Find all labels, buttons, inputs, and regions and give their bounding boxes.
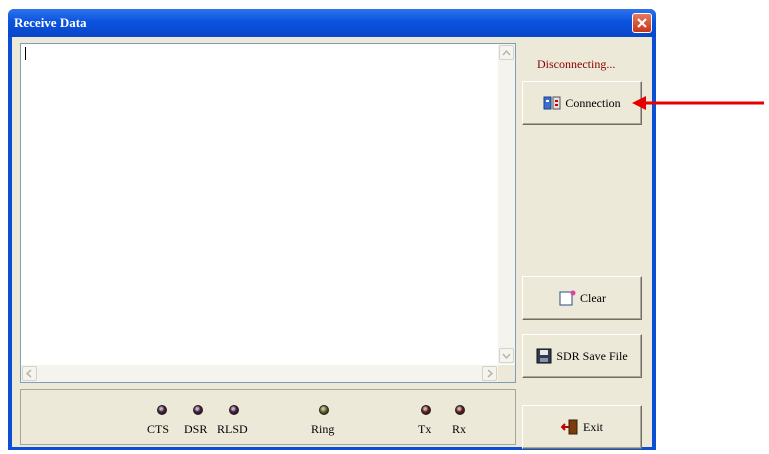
rlsd-label: RLSD	[217, 422, 248, 436]
close-icon	[637, 18, 647, 28]
ring-led	[319, 405, 329, 415]
cts-led	[157, 405, 167, 415]
connection-icon	[543, 96, 561, 110]
tx-label: Tx	[418, 422, 432, 436]
signal-indicator-panel: CTS DSR RLSD Ring Tx Rx	[20, 389, 516, 445]
floppy-disk-icon	[536, 348, 552, 364]
save-file-button[interactable]: SDR Save File	[522, 334, 642, 378]
connection-button-label: Connection	[565, 95, 621, 110]
rx-led	[455, 405, 465, 415]
cts-label: CTS	[147, 422, 170, 436]
vertical-scrollbar[interactable]	[498, 44, 515, 364]
exit-button[interactable]: Exit	[522, 405, 642, 449]
window-title: Receive Data	[14, 15, 87, 30]
exit-button-label: Exit	[583, 419, 603, 434]
clear-button[interactable]: Clear	[522, 276, 642, 320]
dsr-label: DSR	[184, 422, 208, 436]
dsr-led	[193, 405, 203, 415]
save-file-button-label: SDR Save File	[556, 348, 628, 363]
scroll-left-button[interactable]	[22, 366, 37, 381]
title-bar[interactable]: Receive Data	[8, 9, 656, 37]
chevron-right-icon	[487, 369, 494, 378]
scroll-corner	[498, 365, 515, 382]
tx-led	[421, 405, 431, 415]
horizontal-scrollbar[interactable]	[21, 365, 498, 382]
chevron-left-icon	[25, 369, 32, 378]
exit-door-icon	[561, 419, 578, 435]
chevron-down-icon	[502, 353, 511, 359]
text-caret	[25, 47, 26, 60]
close-button[interactable]	[632, 13, 652, 33]
connection-button[interactable]: Connection	[522, 81, 642, 125]
scroll-up-button[interactable]	[499, 45, 514, 60]
ring-label: Ring	[311, 422, 335, 436]
chevron-up-icon	[502, 49, 511, 56]
clear-button-label: Clear	[580, 290, 606, 305]
rlsd-led	[229, 405, 239, 415]
clear-icon	[559, 290, 576, 306]
receive-data-textarea[interactable]	[20, 43, 516, 383]
connection-status-text: Disconnecting...	[537, 57, 616, 71]
client-area: CTS DSR RLSD Ring Tx Rx Disconnecting...…	[12, 37, 652, 449]
scroll-down-button[interactable]	[499, 348, 514, 363]
red-arrow-annotation	[632, 96, 764, 110]
scroll-right-button[interactable]	[482, 366, 497, 381]
rx-label: Rx	[452, 422, 467, 436]
receive-data-window: Receive Data CTS DSR RLSD Ring Tx Rx Dis…	[8, 9, 656, 450]
